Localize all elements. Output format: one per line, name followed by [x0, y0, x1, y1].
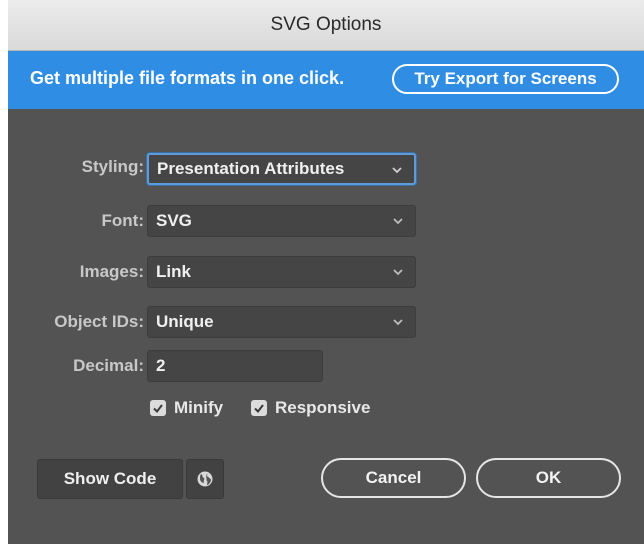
ok-button[interactable]: OK — [476, 458, 621, 498]
font-value: SVG — [156, 211, 192, 230]
responsive-checkbox[interactable] — [251, 400, 267, 416]
object-ids-select[interactable]: Unique — [147, 306, 416, 338]
chevron-down-icon — [393, 319, 403, 326]
responsive-checkbox-row[interactable]: Responsive — [251, 398, 370, 418]
svg-options-dialog: SVG Options Get multiple file formats in… — [8, 0, 644, 544]
decimal-label: Decimal: — [73, 356, 144, 375]
chevron-down-icon — [393, 218, 403, 225]
cancel-label: Cancel — [365, 468, 422, 487]
try-export-button-label: Try Export for Screens — [414, 69, 597, 88]
chevron-down-icon — [392, 167, 402, 174]
minify-label: Minify — [174, 398, 224, 417]
decimal-value: 2 — [156, 356, 166, 375]
images-select[interactable]: Link — [147, 256, 416, 288]
cancel-button[interactable]: Cancel — [321, 458, 466, 498]
responsive-label: Responsive — [275, 398, 371, 417]
dialog-title: SVG Options — [270, 14, 382, 35]
minify-checkbox[interactable] — [150, 400, 166, 416]
font-label: Font: — [101, 211, 144, 230]
ok-label: OK — [535, 468, 562, 487]
show-code-button[interactable]: Show Code — [37, 459, 183, 499]
font-select[interactable]: SVG — [147, 205, 416, 237]
web-preview-button[interactable] — [186, 459, 224, 499]
images-label: Images: — [79, 262, 144, 281]
export-banner: Get multiple file formats in one click. … — [8, 51, 644, 109]
checkmark-icon — [153, 404, 163, 414]
globe-icon — [197, 471, 213, 487]
styling-label: Styling: — [81, 157, 144, 176]
object-ids-value: Unique — [156, 312, 214, 331]
chevron-down-icon — [393, 269, 403, 276]
object-ids-label: Object IDs: — [54, 312, 144, 331]
styling-value: Presentation Attributes — [157, 159, 345, 178]
banner-message: Get multiple file formats in one click. — [30, 68, 345, 88]
checkmark-icon — [254, 404, 264, 414]
styling-select[interactable]: Presentation Attributes — [147, 153, 416, 185]
minify-checkbox-row[interactable]: Minify — [150, 398, 223, 418]
decimal-input[interactable]: 2 — [147, 350, 323, 382]
try-export-for-screens-button[interactable]: Try Export for Screens — [392, 64, 619, 94]
show-code-label: Show Code — [63, 469, 157, 488]
images-value: Link — [156, 262, 191, 281]
dialog-titlebar: SVG Options — [8, 0, 644, 51]
